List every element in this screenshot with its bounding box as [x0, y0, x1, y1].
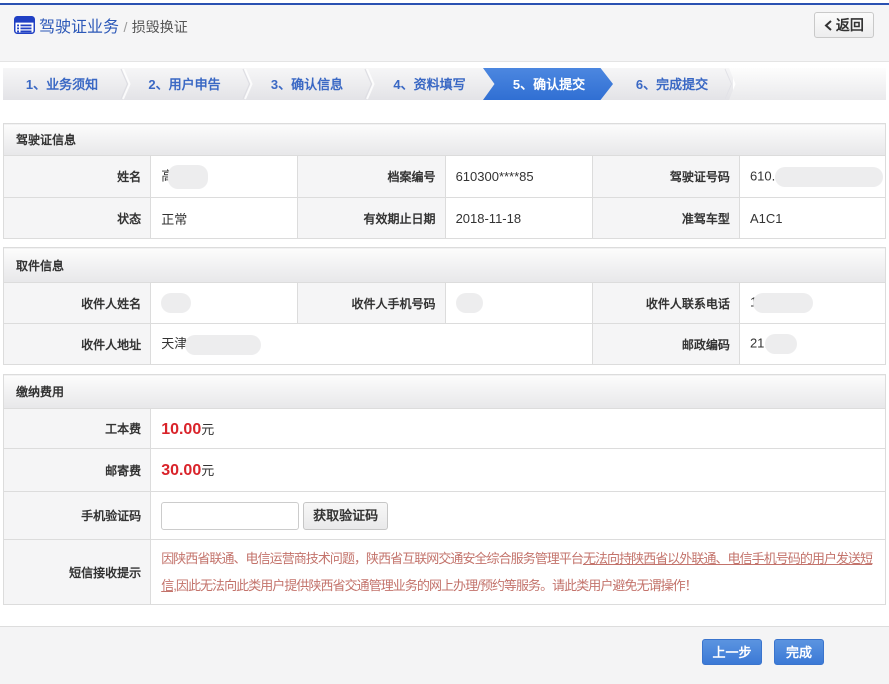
- svg-text:5、确认提交: 5、确认提交: [513, 77, 585, 92]
- svg-text:1、业务须知: 1、业务须知: [26, 77, 98, 92]
- svg-text:6、完成提交: 6、完成提交: [636, 77, 708, 92]
- svg-text:2、用户申告: 2、用户申告: [148, 77, 220, 92]
- svg-text:4、资料填写: 4、资料填写: [393, 77, 465, 92]
- svg-text:3、确认信息: 3、确认信息: [271, 77, 343, 92]
